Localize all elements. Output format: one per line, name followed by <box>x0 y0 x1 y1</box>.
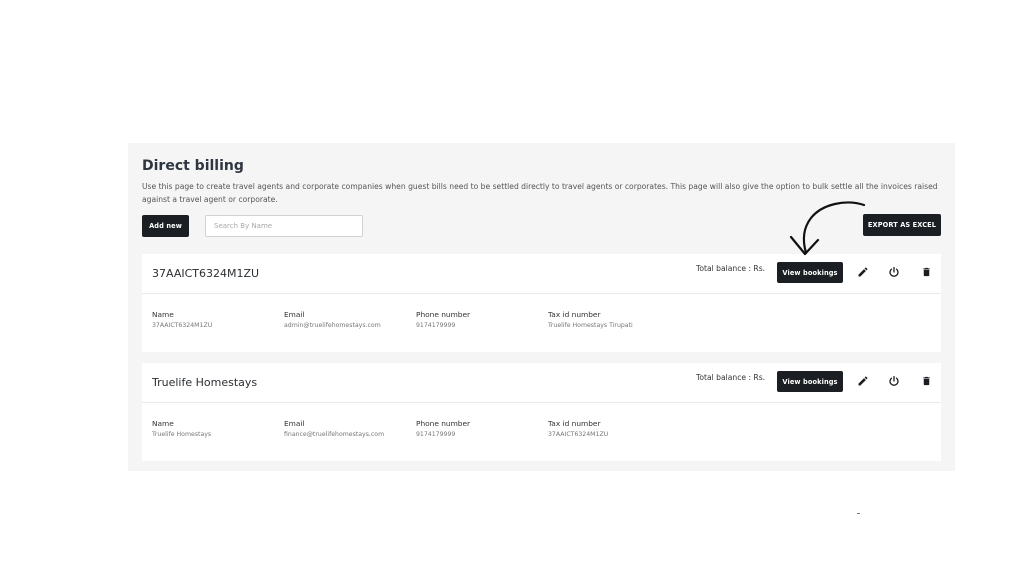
email-field: Email finance@truelifehomestays.com <box>284 419 414 438</box>
tax-id-value: Truelife Homestays Tirupati <box>548 322 633 329</box>
pencil-icon[interactable] <box>856 265 870 279</box>
stray-mark <box>857 513 860 514</box>
name-value: 37AAICT6324M1ZU <box>152 322 213 329</box>
tax-id-field: Tax id number Truelife Homestays Tirupat… <box>548 310 678 329</box>
card-header: Truelife Homestays Total balance : Rs. V… <box>142 363 941 403</box>
name-value: Truelife Homestays <box>152 431 212 438</box>
page-title: Direct billing <box>142 158 244 174</box>
trash-icon[interactable] <box>919 374 933 388</box>
name-label: Name <box>152 419 174 428</box>
power-icon[interactable] <box>887 374 901 388</box>
add-new-button[interactable]: Add new <box>142 215 189 237</box>
tax-id-label: Tax id number <box>548 310 601 319</box>
pencil-icon[interactable] <box>856 374 870 388</box>
email-label: Email <box>284 419 305 428</box>
card-header: 37AAICT6324M1ZU Total balance : Rs. View… <box>142 254 941 294</box>
trash-icon[interactable] <box>919 265 933 279</box>
account-card: 37AAICT6324M1ZU Total balance : Rs. View… <box>142 254 941 352</box>
view-bookings-button[interactable]: View bookings <box>777 262 843 283</box>
card-title: 37AAICT6324M1ZU <box>152 267 260 280</box>
phone-label: Phone number <box>416 310 471 319</box>
search-input[interactable] <box>205 215 363 237</box>
view-bookings-button[interactable]: View bookings <box>777 371 843 392</box>
email-value: admin@truelifehomestays.com <box>284 322 381 329</box>
name-field: Name 37AAICT6324M1ZU <box>152 310 282 329</box>
total-balance: Total balance : Rs. <box>696 373 766 382</box>
email-value: finance@truelifehomestays.com <box>284 431 385 438</box>
phone-value: 9174179999 <box>416 322 456 329</box>
export-excel-button[interactable]: EXPORT AS EXCEL <box>863 214 941 236</box>
phone-label: Phone number <box>416 419 471 428</box>
account-card: Truelife Homestays Total balance : Rs. V… <box>142 363 941 461</box>
email-label: Email <box>284 310 305 319</box>
card-title: Truelife Homestays <box>152 376 258 389</box>
name-field: Name Truelife Homestays <box>152 419 282 438</box>
phone-field: Phone number 9174179999 <box>416 419 546 438</box>
power-icon[interactable] <box>887 265 901 279</box>
tax-id-field: Tax id number 37AAICT6324M1ZU <box>548 419 678 438</box>
phone-value: 9174179999 <box>416 431 456 438</box>
annotation-arrow-icon <box>789 201 866 256</box>
tax-id-value: 37AAICT6324M1ZU <box>548 431 609 438</box>
tax-id-label: Tax id number <box>548 419 601 428</box>
name-label: Name <box>152 310 174 319</box>
total-balance: Total balance : Rs. <box>696 264 766 273</box>
email-field: Email admin@truelifehomestays.com <box>284 310 414 329</box>
phone-field: Phone number 9174179999 <box>416 310 546 329</box>
